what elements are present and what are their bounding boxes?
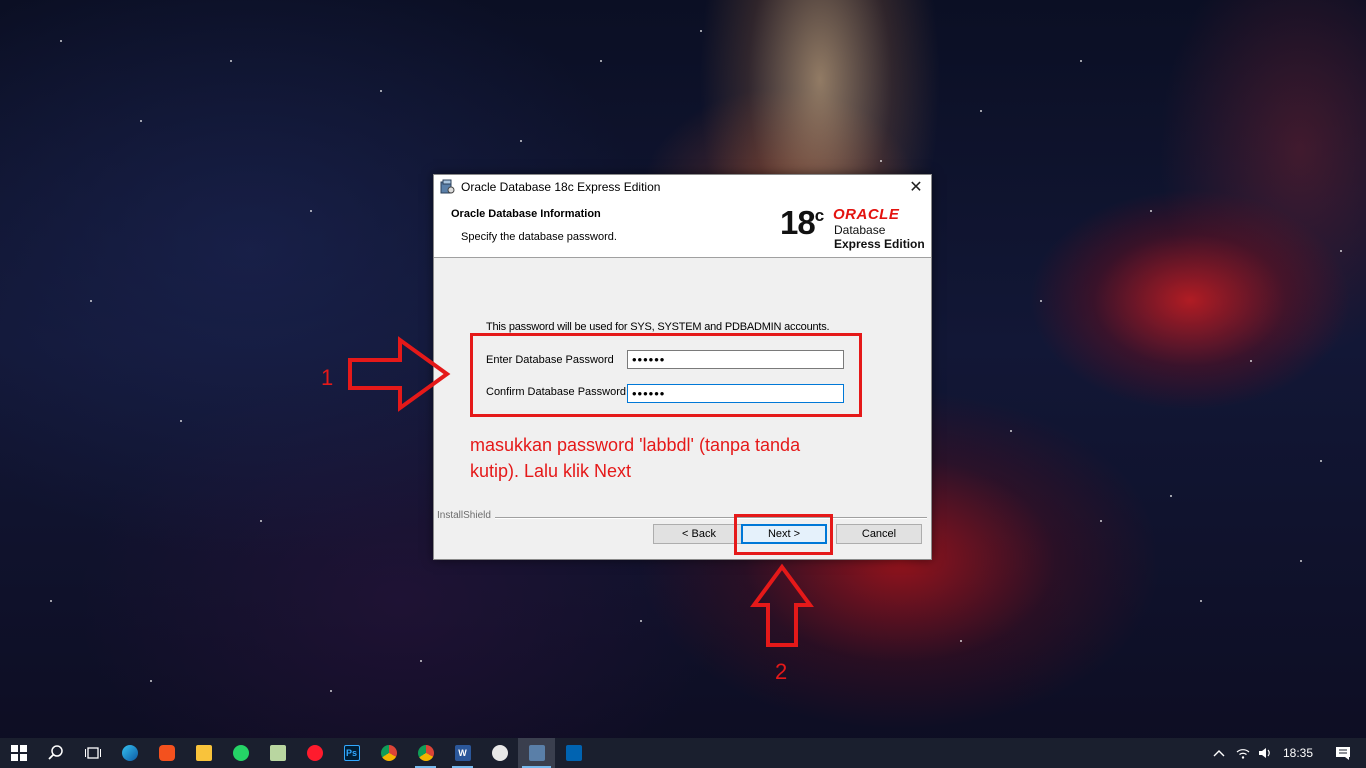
installer-icon	[440, 179, 455, 194]
annotation-step-2: 2	[775, 659, 788, 684]
installer-icon[interactable]	[518, 738, 555, 768]
word-icon[interactable]: W	[444, 738, 481, 768]
edge-icon[interactable]	[111, 738, 148, 768]
notification-icon[interactable]	[1320, 738, 1366, 768]
installshield-label: InstallShield	[437, 510, 491, 521]
page-subtitle: Specify the database password.	[461, 231, 617, 243]
password-label: Enter Database Password	[486, 354, 614, 366]
photos-icon[interactable]	[555, 738, 592, 768]
file-explorer-icon[interactable]	[185, 738, 222, 768]
oracle-logo: ORACLE	[833, 206, 900, 223]
wifi-icon[interactable]	[1232, 738, 1254, 768]
logo-product-line2: Express Edition	[834, 237, 925, 251]
app-icon[interactable]	[148, 738, 185, 768]
cancel-button[interactable]: Cancel	[836, 524, 922, 544]
annotation-instruction: masukkan password 'labbdl' (tanpa tanda …	[470, 435, 801, 481]
chrome-icon[interactable]	[370, 738, 407, 768]
dialog-banner: Oracle Database Information Specify the …	[434, 199, 931, 258]
title-bar[interactable]: Oracle Database 18c Express Edition ✕	[434, 175, 931, 199]
confirm-password-input[interactable]: ••••••	[627, 384, 844, 403]
window-title: Oracle Database 18c Express Edition	[461, 180, 661, 194]
version-logo: 18c	[780, 204, 825, 242]
clock[interactable]: 18:35	[1276, 738, 1320, 768]
page-title: Oracle Database Information	[451, 208, 601, 220]
confirm-password-label: Confirm Database Password	[486, 386, 627, 398]
chevron-up-icon[interactable]	[1206, 738, 1232, 768]
close-icon[interactable]: ✕	[901, 175, 931, 199]
opera-icon[interactable]	[296, 738, 333, 768]
installer-dialog: Oracle Database 18c Express Edition ✕ Or…	[433, 174, 932, 560]
search-icon[interactable]	[37, 738, 74, 768]
whatsapp-icon[interactable]	[222, 738, 259, 768]
footer-divider	[495, 517, 927, 518]
logo-product-line1: Database	[834, 223, 886, 237]
volume-icon[interactable]	[1254, 738, 1276, 768]
back-button[interactable]: < Back	[653, 524, 745, 544]
password-input[interactable]: ••••••	[627, 350, 844, 369]
logo-version-suffix: c	[814, 206, 825, 225]
notepad-icon[interactable]	[259, 738, 296, 768]
annotation-arrow-right-icon	[348, 336, 451, 412]
annotation-arrow-up-icon	[750, 563, 814, 647]
annotation-step-1: 1	[321, 365, 334, 390]
task-view-icon[interactable]	[74, 738, 111, 768]
chrome-icon[interactable]	[407, 738, 444, 768]
next-button[interactable]: Next >	[741, 524, 827, 544]
logo-version: 18	[780, 204, 816, 241]
paint-icon[interactable]	[481, 738, 518, 768]
system-tray: 18:35	[1206, 738, 1366, 768]
start-icon[interactable]	[0, 738, 37, 768]
photoshop-icon[interactable]: Ps	[333, 738, 370, 768]
taskbar: Ps W 18:35	[0, 738, 1366, 768]
password-info-text: This password will be used for SYS, SYST…	[486, 321, 830, 333]
